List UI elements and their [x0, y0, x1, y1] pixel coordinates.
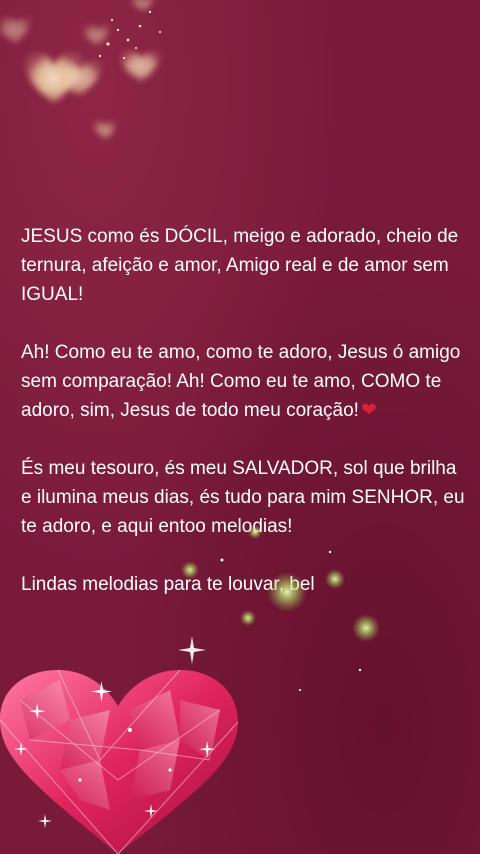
message-paragraph-1: JESUS como és DÓCIL, meigo e adorado, ch…	[21, 226, 459, 305]
message-paragraph-2: Ah! Como eu te amo, como te adoro, Jesus…	[21, 338, 466, 425]
message-paragraph-4: Lindas melodias para te louvar, bel	[21, 574, 315, 595]
message-paragraph-2-text: Ah! Como eu te amo, como te adoro, Jesus…	[21, 342, 461, 421]
message-paragraph-3: És meu tesouro, és meu SALVADOR, sol que…	[21, 458, 465, 537]
message-body: JESUS como és DÓCIL, meigo e adorado, ch…	[21, 222, 466, 628]
gem-heart-icon	[0, 669, 239, 854]
red-heart-icon: ❤	[360, 400, 377, 421]
glowing-hearts-icon	[0, 0, 162, 140]
